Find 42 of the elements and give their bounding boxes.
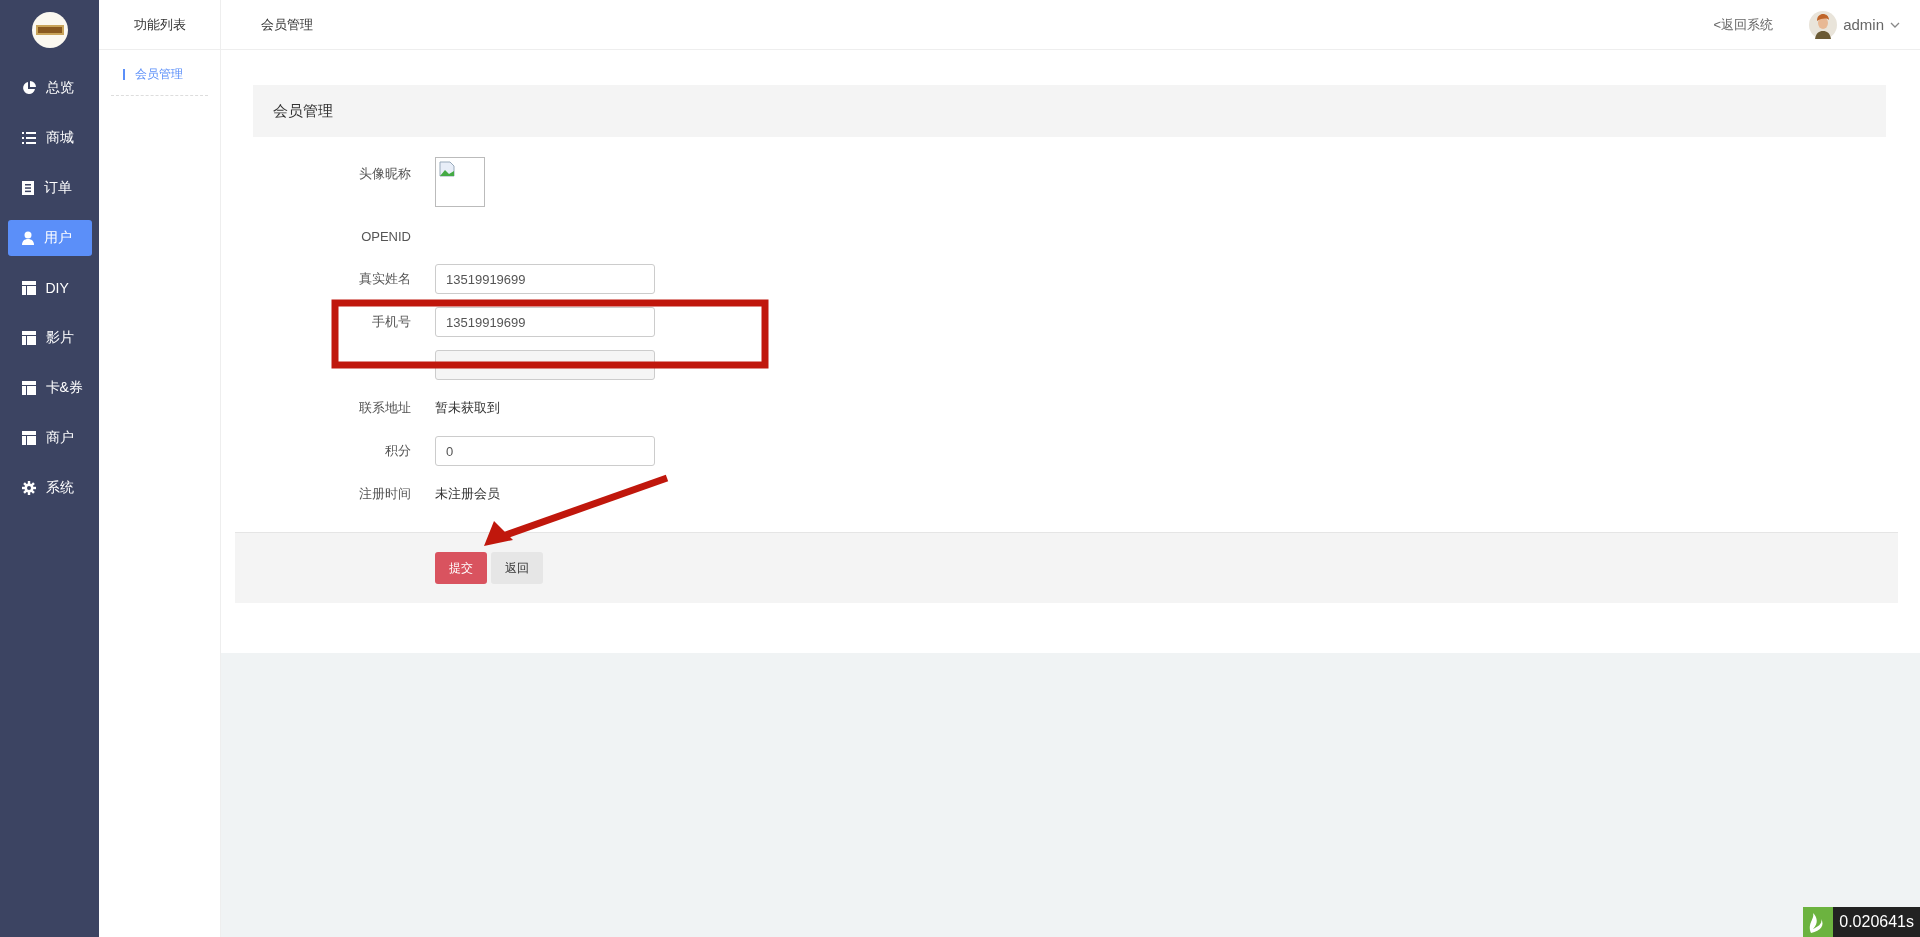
nav-item[interactable]: 商户 <box>7 420 92 456</box>
back-button[interactable]: 返回 <box>491 552 543 584</box>
nav-item[interactable]: 订单 <box>7 170 92 206</box>
text-input[interactable]: 13519919699 <box>435 264 655 294</box>
settings-icon <box>21 481 36 495</box>
field-label: 手机号 <box>371 313 412 331</box>
timer-readout: 0.020641s <box>1833 907 1920 937</box>
field-label: OPENID <box>360 228 412 244</box>
field-label: 注册时间 <box>358 485 412 503</box>
table-icon <box>21 331 36 345</box>
caret-icon <box>1890 21 1900 28</box>
nav-item[interactable]: DIY <box>7 270 92 306</box>
nav-item[interactable]: 总览 <box>7 70 92 106</box>
text-input[interactable]: 13519919699 <box>435 307 655 337</box>
field-label: 联系地址 <box>358 399 412 417</box>
back-link[interactable]: <返回系统 <box>1713 15 1774 34</box>
nav-item[interactable]: 卡&券 <box>7 370 92 406</box>
field-value: 未注册会员 <box>435 485 500 503</box>
broken-image-icon <box>439 161 455 177</box>
field-label: 积分 <box>384 442 412 460</box>
nav-item[interactable]: 系统 <box>7 470 92 506</box>
nav-item[interactable]: 影片 <box>7 320 92 356</box>
avatar-icon <box>1809 10 1838 39</box>
user-menu[interactable]: admin <box>1809 10 1900 39</box>
flame-icon <box>1803 907 1834 937</box>
submit-button[interactable]: 提交 <box>435 552 487 584</box>
table-icon <box>21 381 36 395</box>
table-icon <box>21 431 36 445</box>
panel-title: 功能列表 <box>99 0 220 50</box>
page-title: 会员管理 <box>261 15 314 34</box>
table-icon <box>21 281 36 295</box>
field-label: 真实姓名 <box>358 270 412 288</box>
text-input[interactable]: 0 <box>435 436 655 466</box>
panel-header: 会员管理 <box>253 85 1886 137</box>
document-icon <box>21 181 34 195</box>
logo-icon <box>31 12 68 48</box>
pie-chart-icon <box>21 81 36 95</box>
field-label: 头像昵称 <box>358 165 412 183</box>
field-value: 暂未获取到 <box>435 399 500 417</box>
user-icon <box>21 231 34 245</box>
list-icon <box>21 132 36 144</box>
nav-item[interactable]: 商城 <box>7 120 92 156</box>
